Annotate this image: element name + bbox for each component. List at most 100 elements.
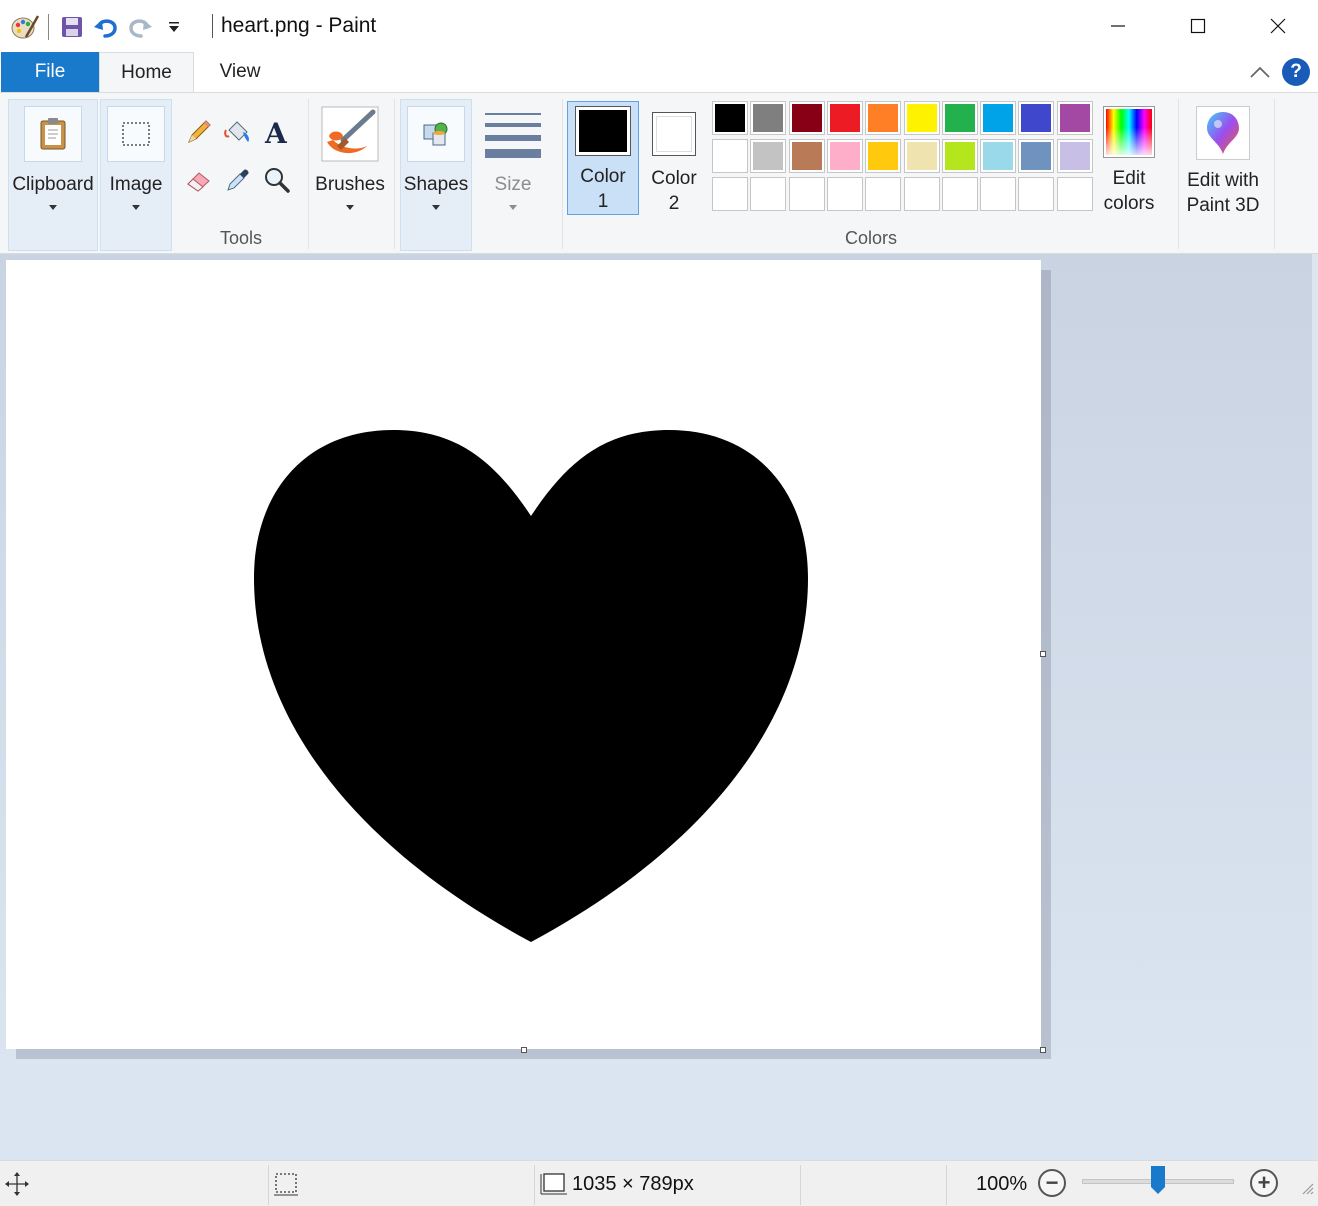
palette-swatch[interactable]	[903, 139, 940, 173]
minimize-button[interactable]	[1078, 0, 1158, 52]
edit-colors-label-line2: colors	[1103, 193, 1155, 214]
fill-bucket-icon[interactable]	[219, 113, 257, 151]
save-icon[interactable]	[55, 12, 89, 42]
collapse-ribbon-icon[interactable]	[1248, 60, 1272, 84]
custom-color-slot[interactable]	[980, 177, 1017, 211]
chevron-down-icon	[432, 205, 440, 210]
shapes-label: Shapes	[403, 174, 469, 195]
resize-grip-icon[interactable]	[1300, 1165, 1314, 1206]
title-bar: heart.png - Paint	[0, 0, 1318, 52]
palette-swatch[interactable]	[788, 139, 825, 173]
paint-app-icon[interactable]	[8, 12, 42, 42]
edit-with-paint3d-button[interactable]: Edit with Paint 3D	[1182, 101, 1264, 219]
tab-file[interactable]: File	[1, 52, 99, 92]
palette-swatch[interactable]	[1056, 139, 1093, 173]
palette-swatch[interactable]	[1056, 101, 1093, 135]
custom-color-slot[interactable]	[826, 177, 863, 211]
color1-button[interactable]: Color 1	[567, 101, 639, 215]
redo-icon[interactable]	[123, 12, 157, 42]
color1-label: Color 1	[580, 164, 625, 214]
image-dimensions-text: 1035 × 789px	[572, 1172, 694, 1195]
zoom-out-button[interactable]: −	[1038, 1169, 1066, 1197]
custom-color-slot[interactable]	[750, 177, 787, 211]
custom-color-slot[interactable]	[941, 177, 978, 211]
palette-swatch[interactable]	[712, 139, 748, 173]
status-separator	[800, 1165, 801, 1205]
resize-handle-bottom[interactable]	[521, 1047, 527, 1053]
palette-swatch[interactable]	[980, 139, 1017, 173]
undo-icon[interactable]	[89, 12, 123, 42]
close-button[interactable]	[1238, 0, 1318, 52]
palette-swatch[interactable]	[788, 101, 825, 135]
custom-color-slot[interactable]	[712, 177, 748, 211]
tab-view[interactable]: View	[194, 52, 286, 92]
cursor-position-icon	[4, 1161, 30, 1206]
palette-swatch[interactable]	[750, 139, 787, 173]
resize-handle-right[interactable]	[1040, 651, 1046, 657]
chevron-down-icon	[132, 205, 140, 210]
canvas-size-icon	[540, 1173, 567, 1195]
custom-color-slot[interactable]	[865, 177, 902, 211]
palette-swatch[interactable]	[750, 101, 787, 135]
image-button[interactable]: Image	[100, 99, 172, 251]
zoom-in-button[interactable]: +	[1250, 1169, 1278, 1197]
group-separator	[308, 99, 309, 249]
color2-label: Color 2	[651, 166, 696, 216]
color2-button[interactable]: Color 2	[642, 101, 706, 217]
shapes-button[interactable]: Shapes	[400, 99, 472, 251]
status-separator	[946, 1165, 947, 1205]
palette-swatch[interactable]	[941, 139, 978, 173]
resize-handle-corner[interactable]	[1040, 1047, 1046, 1053]
brushes-button[interactable]: Brushes	[312, 99, 388, 211]
maximize-button[interactable]	[1158, 0, 1238, 52]
palette-swatch[interactable]	[1018, 139, 1055, 173]
palette-swatch[interactable]	[941, 101, 978, 135]
select-icon	[107, 106, 165, 162]
edit-colors-label: Edit colors	[1104, 166, 1155, 216]
palette-swatch[interactable]	[1018, 101, 1055, 135]
edit-colors-button[interactable]: Edit colors	[1096, 101, 1162, 217]
palette-swatch[interactable]	[903, 101, 940, 135]
custom-color-slot[interactable]	[903, 177, 940, 211]
palette-swatch[interactable]	[826, 139, 863, 173]
zoom-slider-thumb[interactable]	[1150, 1165, 1166, 1195]
drawing-canvas[interactable]	[6, 260, 1041, 1049]
text-icon[interactable]: A	[258, 113, 296, 151]
chevron-down-icon	[509, 205, 517, 210]
edit-with-paint3d-label: Edit with Paint 3D	[1187, 168, 1260, 218]
custom-color-slot[interactable]	[788, 177, 825, 211]
magnifier-icon[interactable]	[258, 161, 296, 199]
ribbon-tabs: File Home View ?	[0, 52, 1318, 93]
palette-swatch[interactable]	[865, 139, 902, 173]
palette-swatch[interactable]	[865, 101, 902, 135]
edit3d-label-line2: Paint 3D	[1186, 195, 1260, 216]
pencil-icon[interactable]	[180, 113, 218, 151]
customize-qat-icon[interactable]	[157, 12, 191, 42]
color1-swatch	[575, 106, 631, 156]
heart-drawing	[254, 430, 808, 942]
palette-swatch[interactable]	[826, 101, 863, 135]
eraser-icon[interactable]	[180, 161, 218, 199]
image-dimensions: 1035 × 789px	[540, 1161, 694, 1206]
help-button[interactable]: ?	[1282, 58, 1310, 86]
clipboard-button[interactable]: Clipboard	[8, 99, 98, 251]
custom-color-slot[interactable]	[1056, 177, 1093, 211]
group-separator	[394, 99, 395, 249]
group-separator	[1178, 99, 1179, 249]
heart-shape	[254, 430, 808, 942]
paint3d-icon	[1196, 106, 1250, 160]
group-separator	[562, 99, 563, 249]
color-spectrum-icon	[1103, 106, 1155, 158]
size-button[interactable]: Size	[478, 99, 548, 211]
shapes-icon	[407, 106, 465, 162]
clipboard-icon	[24, 106, 82, 162]
color1-label-line1: Color	[580, 166, 626, 187]
palette-swatch[interactable]	[980, 101, 1017, 135]
custom-color-slot[interactable]	[1018, 177, 1055, 211]
color-picker-icon[interactable]	[219, 161, 257, 199]
svg-text:A: A	[264, 117, 288, 147]
palette-swatch[interactable]	[712, 101, 748, 135]
color2-label-line1: Color	[651, 168, 697, 189]
zoom-level: 100%	[976, 1172, 1028, 1195]
tab-home[interactable]: Home	[99, 52, 194, 93]
